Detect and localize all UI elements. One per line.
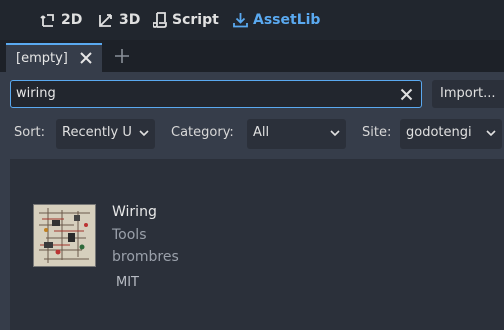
asset-author[interactable]: brombres [112, 249, 179, 265]
site-value: godotengi [406, 125, 472, 140]
sort-value: Recently U [62, 125, 132, 140]
search-input[interactable]: wiring [10, 80, 422, 108]
script-mode-button[interactable]: Script [153, 9, 219, 31]
asset-category[interactable]: Tools [112, 227, 147, 243]
assetlib-mode-label: AssetLib [253, 12, 321, 28]
2d-mode-label: 2D [61, 12, 83, 28]
category-dropdown[interactable]: All [247, 119, 346, 149]
sort-dropdown[interactable]: Recently U [56, 119, 155, 149]
search-value: wiring [16, 86, 56, 101]
add-tab-icon[interactable] [113, 47, 131, 65]
download-icon [233, 13, 248, 28]
import-button[interactable]: Import... [432, 80, 504, 108]
clear-icon[interactable] [400, 88, 413, 101]
scene-tab-bar: [empty] [0, 40, 504, 72]
assetlib-mode-button[interactable]: AssetLib [233, 9, 320, 31]
tab-empty[interactable]: [empty] [6, 43, 102, 72]
chevron-down-icon [139, 130, 149, 137]
3d-mode-label: 3D [119, 12, 141, 28]
script-mode-label: Script [172, 12, 219, 28]
3d-node-icon [99, 14, 112, 27]
3d-mode-button[interactable]: 3D [98, 9, 140, 31]
close-icon[interactable] [78, 50, 94, 66]
sort-label: Sort: [14, 125, 46, 140]
circuit-board-icon [34, 205, 95, 266]
chevron-down-icon [330, 130, 340, 137]
category-value: All [253, 125, 270, 140]
2d-mode-button[interactable]: 2D [40, 9, 82, 31]
main-toolbar: 2D 3D Script AssetLib [0, 0, 504, 40]
asset-thumbnail[interactable] [33, 204, 96, 267]
site-dropdown[interactable]: godotengi [400, 119, 502, 149]
script-icon [153, 12, 167, 28]
2d-node-icon [40, 14, 54, 27]
chevron-down-icon [486, 130, 496, 137]
tab-label: [empty] [16, 51, 68, 66]
category-label: Category: [171, 125, 234, 140]
asset-title[interactable]: Wiring [112, 204, 157, 220]
site-label: Site: [362, 125, 392, 140]
asset-license: MIT [116, 275, 139, 290]
